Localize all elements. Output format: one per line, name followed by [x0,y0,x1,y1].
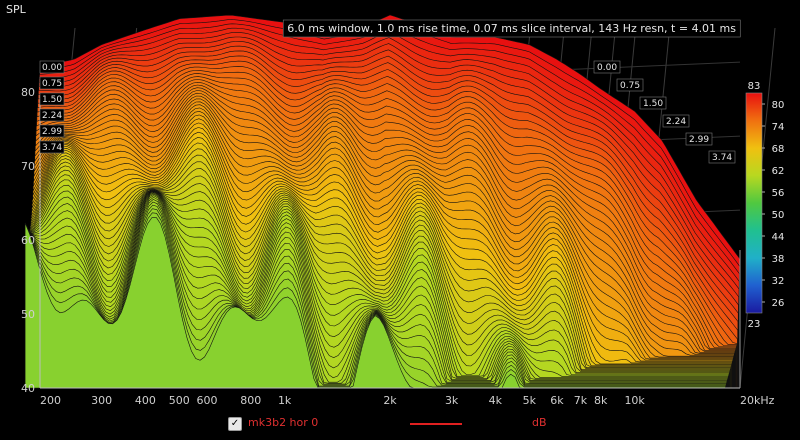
colorbar-tick-label: 68 [772,144,785,155]
x-tick-label: 8k [594,394,608,407]
series-visible-checkbox[interactable]: ✓ [228,417,242,431]
series-unit: dB [532,416,547,429]
time-label-right: 0.00 [597,63,617,73]
time-label-left: 1.50 [42,95,62,105]
waterfall-chart: 200 300 400 500 600 800 1k 2k 3k 4k 5k 6k 7k 8k 10k 20k… [0,0,800,412]
x-tick-label: 4k [489,394,503,407]
colorbar-tick-label: 44 [772,232,785,243]
series-name: mk3b2 hor 0 [248,416,319,429]
time-label-right: 0.75 [620,81,640,91]
x-tick-label: 200 [40,394,61,407]
x-tick-label: 5k [523,394,537,407]
time-label-right: 1.50 [643,99,663,109]
colorbar-tick-label: 38 [772,254,785,265]
x-tick-label: 6k [550,394,564,407]
time-label-left: 2.99 [42,127,62,137]
chart-title: 6.0 ms window, 1.0 ms rise time, 0.07 ms… [287,22,736,35]
time-label-left: 3.74 [42,143,62,153]
time-label-left: 0.75 [42,79,62,89]
y-tick-label: 40 [21,382,35,395]
waterfall-chart-window: 200 300 400 500 600 800 1k 2k 3k 4k 5k 6k 7k 8k 10k 20k… [0,0,800,440]
colorbar-max-label: 83 [748,81,761,92]
x-tick-label: 300 [91,394,112,407]
time-label-right: 2.24 [666,117,686,127]
y-tick-label: 50 [21,308,35,321]
time-label-right: 3.74 [712,153,732,163]
x-tick-label: 10k [624,394,645,407]
colorbar-tick-label: 26 [772,298,785,309]
x-tick-label: 1k [278,394,292,407]
y-axis-label: SPL [6,3,27,16]
y-tick-label: 70 [21,160,35,173]
time-label-left: 0.00 [42,63,62,73]
x-tick-label: 7k [574,394,588,407]
colorbar-tick-label: 74 [772,122,785,133]
series-line-sample [410,423,462,425]
colorbar-tick-label: 32 [772,276,785,287]
x-tick-label: 400 [135,394,156,407]
x-tick-label: 2k [383,394,397,407]
x-tick-label: 800 [240,394,261,407]
time-label-right: 2.99 [689,135,709,145]
colorbar-tick-label: 80 [772,100,785,111]
x-tick-label: 500 [169,394,190,407]
x-tick-label: 3k [445,394,459,407]
colorbar-tick-label: 56 [772,188,785,199]
y-tick-label: 60 [21,234,35,247]
colorbar-min-label: 23 [748,319,761,330]
x-tick-label: 600 [196,394,217,407]
colorbar-tick-label: 50 [772,210,785,221]
x-tick-label: 20kHz [740,394,775,407]
time-label-left: 2.24 [42,111,62,121]
colorbar-tick-label: 62 [772,166,785,177]
y-tick-label: 80 [21,86,35,99]
colorbar-gradient [745,92,763,314]
